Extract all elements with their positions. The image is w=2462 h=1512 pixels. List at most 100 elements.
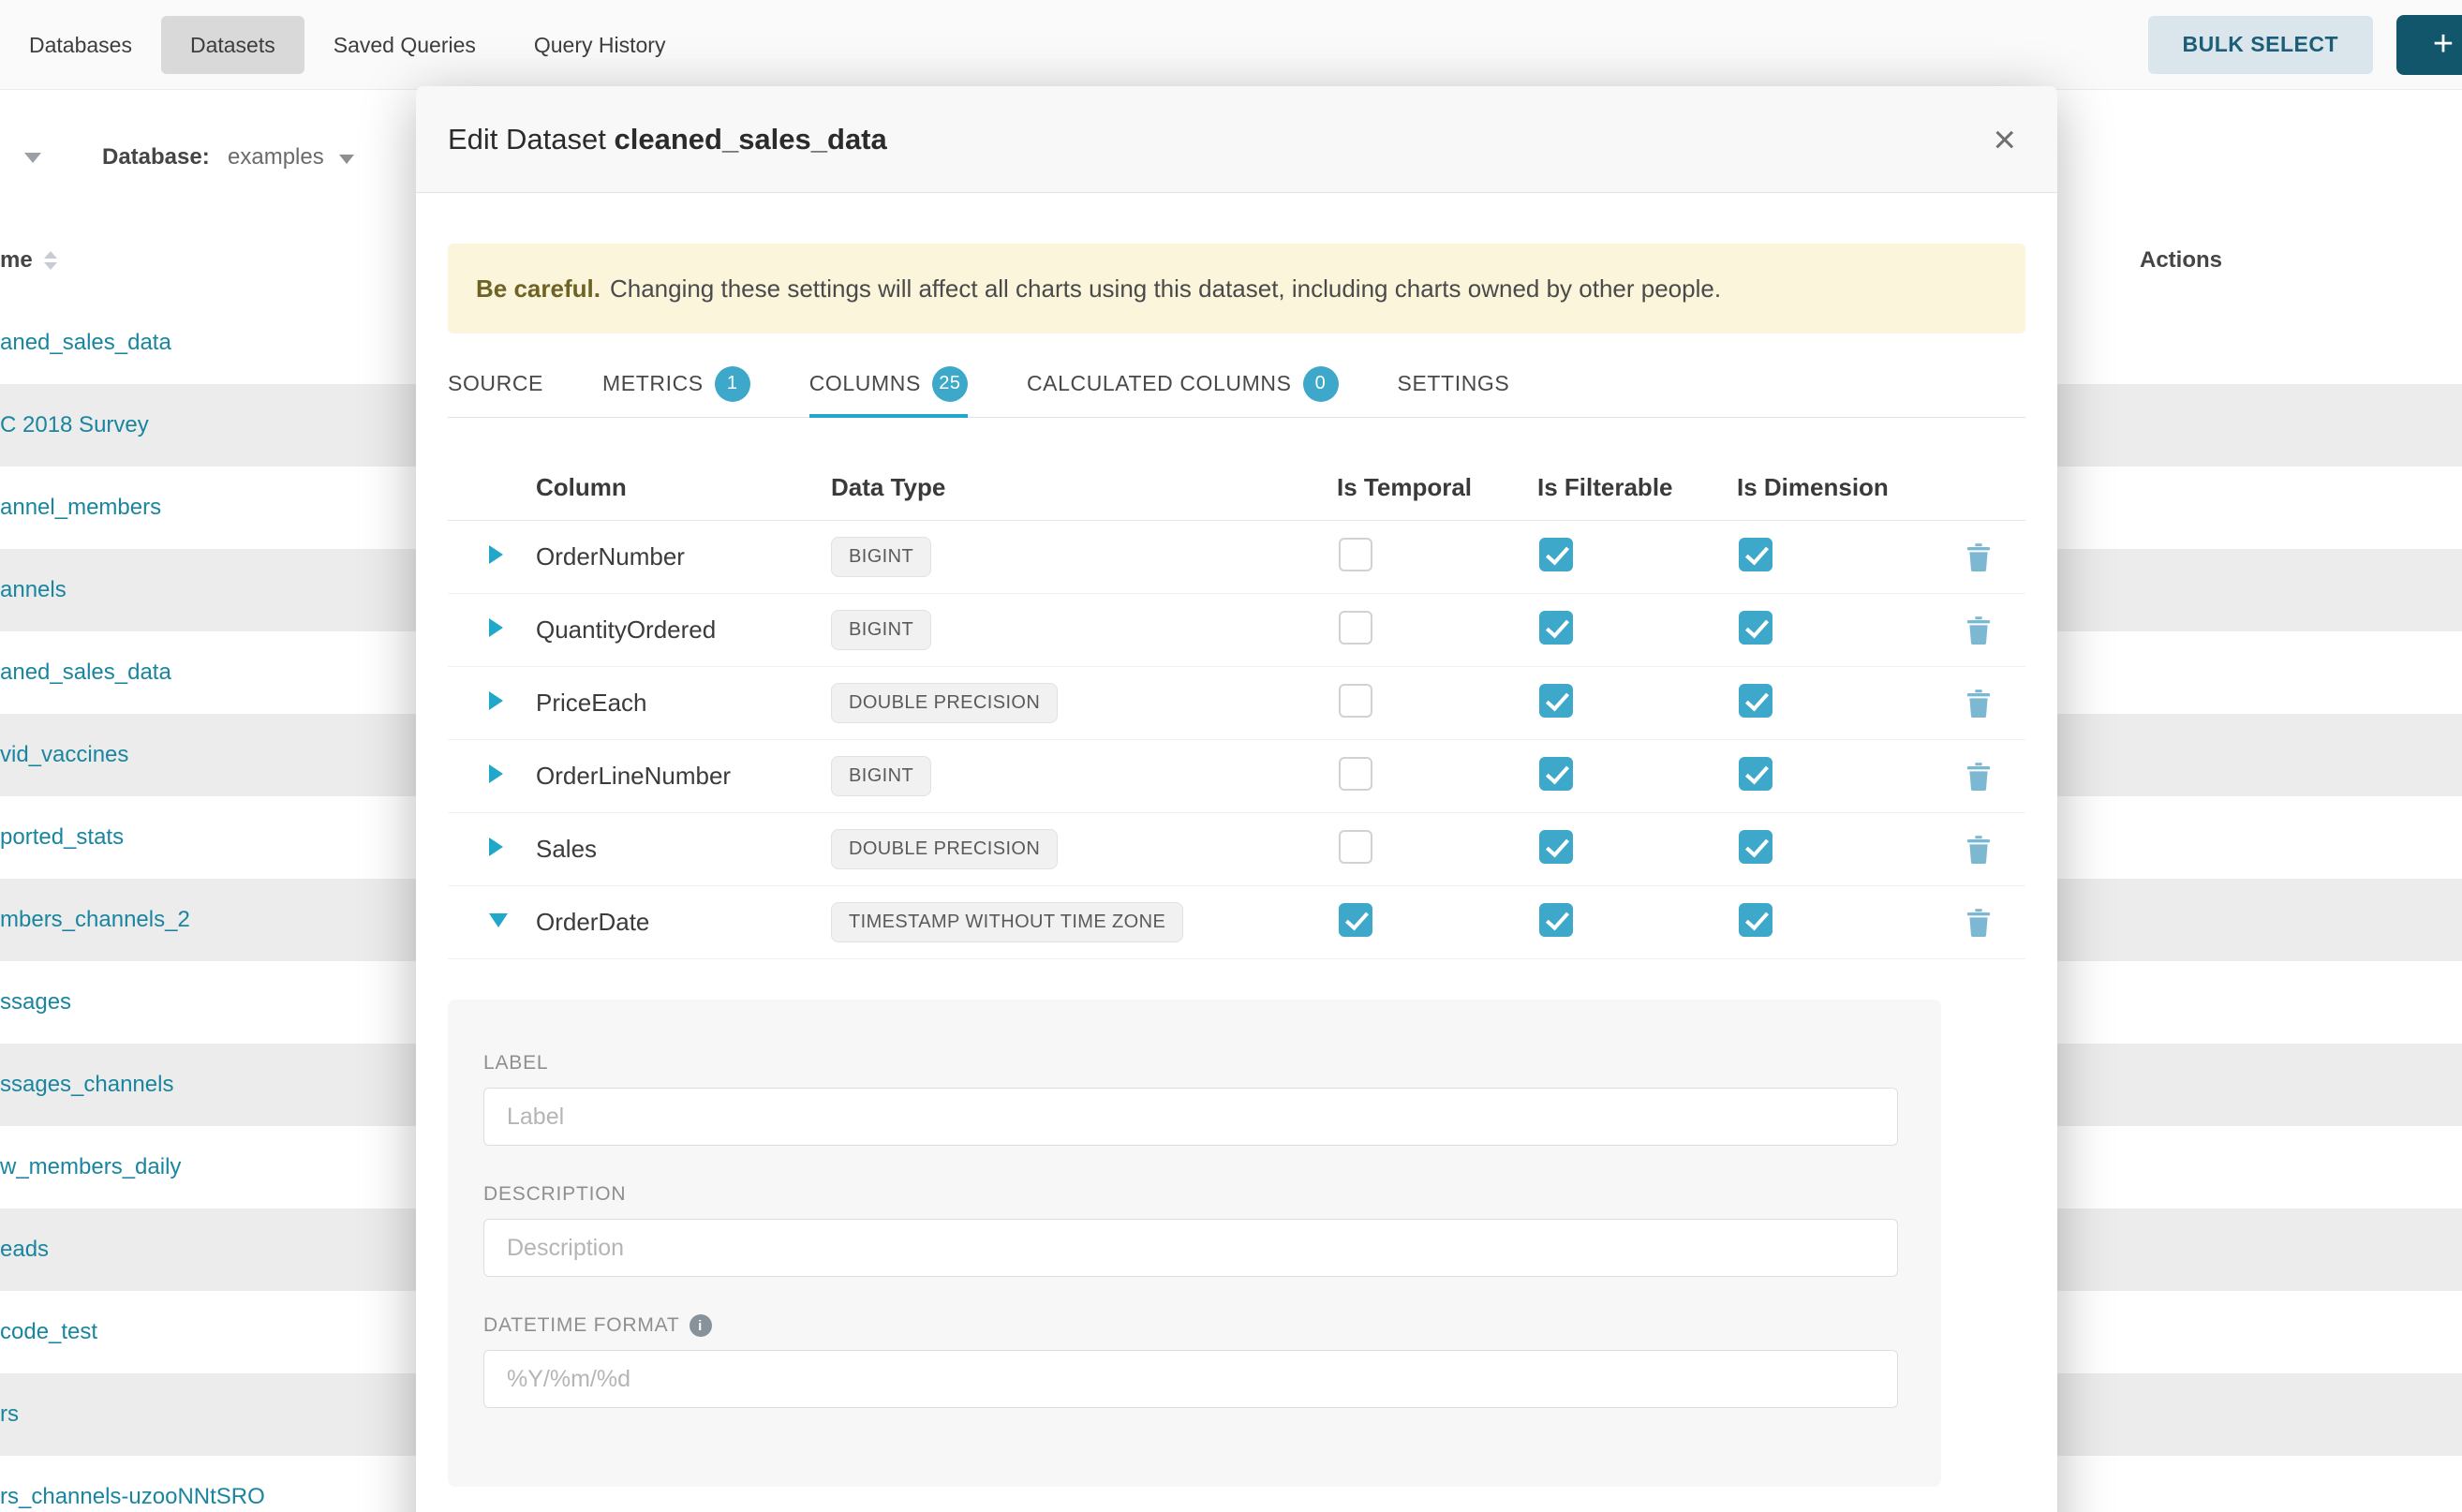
modal-title: Edit Dataset cleaned_sales_data: [448, 123, 887, 156]
dataset-link[interactable]: vid_vaccines: [0, 742, 128, 767]
column-name: OrderNumber: [536, 542, 831, 571]
collapse-caret-icon[interactable]: [489, 913, 508, 927]
dataset-link[interactable]: annel_members: [0, 495, 161, 520]
column-header: Column: [536, 473, 831, 502]
delete-column-button[interactable]: [1932, 762, 2025, 792]
is-filterable-checkbox[interactable]: [1539, 538, 1573, 571]
is-filterable-checkbox[interactable]: [1539, 684, 1573, 718]
database-filter-value: examples: [228, 144, 324, 170]
delete-column-button[interactable]: [1932, 689, 2025, 719]
label-input[interactable]: [483, 1088, 1898, 1146]
dataset-link[interactable]: w_members_daily: [0, 1154, 181, 1179]
modal-tabs: SOURCE METRICS1 COLUMNS25 CALCULATED COLUMN…: [448, 350, 2025, 418]
top-nav: DatabasesDatasetsSaved QueriesQuery Hist…: [0, 0, 2462, 90]
delete-column-button[interactable]: [1932, 615, 2025, 645]
dataset-link[interactable]: annels: [0, 577, 67, 602]
dataset-link[interactable]: ssages: [0, 989, 71, 1015]
tab-columns[interactable]: COLUMNS25: [809, 350, 968, 417]
column-row-orderlinenumber: OrderLineNumberBIGINT: [448, 740, 2025, 813]
is-filterable-checkbox[interactable]: [1539, 611, 1573, 645]
columns-table-header: Column Data Type Is Temporal Is Filterab…: [448, 455, 2025, 521]
is-dimension-checkbox[interactable]: [1739, 903, 1772, 937]
data-type-pill: BIGINT: [831, 610, 931, 650]
dataset-link[interactable]: aned_sales_data: [0, 660, 171, 685]
dataset-link[interactable]: eads: [0, 1237, 49, 1262]
is-filterable-checkbox[interactable]: [1539, 903, 1573, 937]
data-type-pill: DOUBLE PRECISION: [831, 683, 1058, 723]
nav-tab-query-history[interactable]: Query History: [505, 16, 695, 74]
expand-caret-icon[interactable]: [489, 618, 503, 637]
datetime-format-input[interactable]: [483, 1350, 1898, 1408]
data-type-pill: TIMESTAMP WITHOUT TIME ZONE: [831, 902, 1183, 942]
is-filterable-checkbox[interactable]: [1539, 757, 1573, 791]
data-type-pill: BIGINT: [831, 756, 931, 796]
tab-count-badge: 0: [1303, 366, 1339, 402]
dataset-link[interactable]: mbers_channels_2: [0, 907, 190, 932]
nav-tab-databases[interactable]: Databases: [0, 16, 161, 74]
info-icon[interactable]: i: [690, 1314, 712, 1337]
name-column-header[interactable]: me: [0, 247, 57, 274]
database-filter-select[interactable]: examples: [228, 144, 354, 170]
is-temporal-checkbox[interactable]: [1339, 757, 1372, 791]
is-temporal-checkbox[interactable]: [1339, 830, 1372, 864]
delete-column-button[interactable]: [1932, 835, 2025, 865]
bulk-select-button[interactable]: BULK SELECT: [2148, 16, 2374, 74]
description-input[interactable]: [483, 1219, 1898, 1277]
expand-caret-icon[interactable]: [489, 545, 503, 564]
tab-calculated-columns[interactable]: CALCULATED COLUMNS0: [1027, 350, 1339, 417]
column-row-quantityordered: QuantityOrderedBIGINT: [448, 594, 2025, 667]
dataset-link[interactable]: ssages_channels: [0, 1072, 173, 1097]
is-dimension-checkbox[interactable]: [1739, 830, 1772, 864]
column-editor-panel: LABEL DESCRIPTION DATETIME FORMAT i: [448, 1000, 1941, 1487]
tab-count-badge: 1: [715, 366, 750, 402]
warning-alert-title: Be careful.: [476, 274, 601, 304]
expand-caret-icon[interactable]: [489, 691, 503, 710]
add-dataset-button[interactable]: +: [2396, 15, 2462, 75]
is-filterable-checkbox[interactable]: [1539, 830, 1573, 864]
delete-column-button[interactable]: [1932, 542, 2025, 572]
dataset-link[interactable]: C 2018 Survey: [0, 412, 149, 437]
chevron-down-icon: [339, 155, 354, 164]
is-dimension-checkbox[interactable]: [1739, 538, 1772, 571]
trash-icon: [1965, 689, 1992, 719]
column-row-priceeach: PriceEachDOUBLE PRECISION: [448, 667, 2025, 740]
columns-table-body: OrderNumberBIGINTQuantityOrderedBIGINTPr…: [448, 521, 2025, 959]
dataset-link[interactable]: rs: [0, 1401, 19, 1427]
datasets-page: DatabasesDatasetsSaved QueriesQuery Hist…: [0, 0, 2462, 1512]
trash-icon: [1965, 762, 1992, 792]
expand-caret-icon[interactable]: [489, 764, 503, 783]
is-temporal-checkbox[interactable]: [1339, 611, 1372, 645]
columns-table: Column Data Type Is Temporal Is Filterab…: [448, 455, 2025, 959]
nav-tab-datasets[interactable]: Datasets: [161, 16, 304, 74]
sort-icon[interactable]: [44, 251, 57, 270]
label-field-group: LABEL: [483, 1052, 1906, 1146]
is-temporal-checkbox[interactable]: [1339, 903, 1372, 937]
data-type-pill: BIGINT: [831, 537, 931, 577]
is-dimension-checkbox[interactable]: [1739, 611, 1772, 645]
is-temporal-checkbox[interactable]: [1339, 684, 1372, 718]
tab-settings[interactable]: SETTINGS: [1398, 350, 1510, 417]
is-temporal-checkbox[interactable]: [1339, 538, 1372, 571]
chevron-down-icon[interactable]: [24, 153, 41, 163]
is-filterable-header: Is Filterable: [1537, 473, 1737, 502]
tab-label: SETTINGS: [1398, 371, 1510, 396]
trash-icon: [1965, 615, 1992, 645]
dataset-link[interactable]: code_test: [0, 1319, 97, 1344]
expand-caret-icon[interactable]: [489, 838, 503, 856]
tab-label: COLUMNS: [809, 371, 921, 396]
trash-icon: [1965, 908, 1992, 938]
dataset-link[interactable]: aned_sales_data: [0, 330, 171, 355]
nav-tab-saved-queries[interactable]: Saved Queries: [304, 16, 505, 74]
dataset-link[interactable]: ported_stats: [0, 824, 124, 850]
tab-metrics[interactable]: METRICS1: [602, 350, 750, 417]
is-dimension-checkbox[interactable]: [1739, 757, 1772, 791]
is-dimension-checkbox[interactable]: [1739, 684, 1772, 718]
column-name: OrderLineNumber: [536, 762, 831, 791]
edit-dataset-modal: Edit Dataset cleaned_sales_data × Be car…: [416, 86, 2057, 1512]
dataset-link[interactable]: rs_channels-uzooNNtSRO: [0, 1484, 265, 1509]
tab-source[interactable]: SOURCE: [448, 350, 543, 417]
delete-column-button[interactable]: [1932, 908, 2025, 938]
close-icon[interactable]: ×: [1993, 120, 2016, 159]
column-row-orderdate: OrderDateTIMESTAMP WITHOUT TIME ZONE: [448, 886, 2025, 959]
actions-column-header: Actions: [2140, 247, 2222, 274]
